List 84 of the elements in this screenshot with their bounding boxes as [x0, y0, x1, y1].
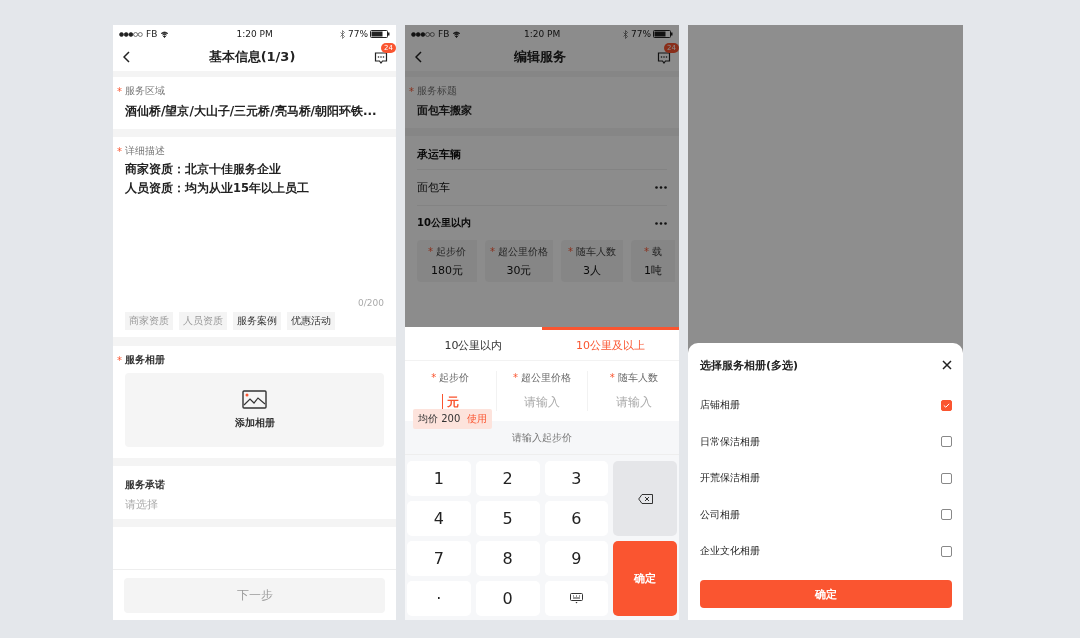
- message-icon[interactable]: [374, 51, 388, 65]
- carrier-name: FB: [146, 29, 158, 39]
- required-mark: *: [409, 85, 414, 97]
- page-title: 编辑服务: [513, 48, 566, 66]
- checkbox[interactable]: [941, 436, 952, 448]
- description-line: 商家资质：北京十佳服务企业: [125, 162, 282, 177]
- add-album-label: 添加相册: [234, 416, 275, 430]
- bluetooth-icon: [623, 29, 628, 39]
- backspace-icon: [637, 493, 653, 504]
- number-key[interactable]: 3: [544, 461, 609, 496]
- battery-percent: 77%: [631, 29, 651, 39]
- section-heading: 承运车辆: [416, 147, 462, 163]
- keyboard-icon: [569, 593, 583, 604]
- field-label: * 超公里价格: [513, 371, 571, 385]
- add-album-button[interactable]: 添加相册: [125, 373, 384, 447]
- field-label: 服务承诺: [125, 478, 166, 492]
- number-key[interactable]: 4: [407, 501, 471, 536]
- image-icon: [242, 390, 267, 409]
- price-card[interactable]: * 起步价 180元: [417, 240, 477, 282]
- number-key[interactable]: 7: [407, 541, 471, 576]
- list-row-label: 10公里以内: [417, 216, 471, 230]
- list-row-label: 面包车: [417, 180, 450, 195]
- number-key[interactable]: 6: [544, 501, 609, 536]
- field-value[interactable]: 面包车搬家: [417, 103, 667, 118]
- required-mark: *: [117, 85, 122, 97]
- checkbox[interactable]: [941, 545, 952, 557]
- price-value: 3人: [583, 262, 601, 278]
- price-card[interactable]: * 超公里价格 30元: [485, 240, 553, 282]
- more-icon[interactable]: [655, 221, 667, 225]
- battery-icon: [653, 30, 673, 38]
- field-value[interactable]: 酒仙桥/望京/大山子/三元桥/亮马桥/朝阳环铁...: [125, 103, 384, 120]
- battery-percent: 77%: [348, 29, 368, 39]
- checkbox[interactable]: [941, 509, 952, 521]
- field-label: 服务区域: [125, 84, 165, 98]
- number-key[interactable]: 0: [475, 581, 540, 616]
- field-label: * 起步价: [431, 371, 470, 385]
- back-icon[interactable]: [123, 51, 130, 63]
- close-button[interactable]: [942, 360, 952, 370]
- required-mark: *: [117, 145, 122, 157]
- price-card[interactable]: * 随车人数 3人: [561, 240, 623, 282]
- field-label: 详细描述: [125, 144, 165, 158]
- field-label: 服务相册: [125, 353, 165, 367]
- album-option[interactable]: 店铺相册: [700, 398, 740, 413]
- price-value: 30元: [506, 262, 532, 278]
- clock-time: 1:20 PM: [524, 29, 561, 39]
- more-icon[interactable]: [655, 186, 667, 189]
- carrier-name: FB: [438, 29, 450, 39]
- wifi-icon: [452, 30, 462, 38]
- number-key[interactable]: 8: [475, 541, 540, 576]
- price-card[interactable]: * 载 1吨: [631, 240, 675, 282]
- description-line: 人员资质：均为从业15年以上员工: [125, 181, 310, 196]
- price-value: 180元: [431, 262, 463, 278]
- number-key[interactable]: .: [407, 581, 471, 616]
- price-label: * 起步价: [428, 244, 466, 259]
- keyboard-key[interactable]: [544, 581, 609, 616]
- close-icon: [942, 360, 952, 370]
- checkbox[interactable]: [941, 399, 952, 411]
- quick-tag[interactable]: 优惠活动: [287, 312, 335, 330]
- checkbox[interactable]: [941, 472, 952, 484]
- album-option[interactable]: 开荒保洁相册: [700, 471, 760, 486]
- signal-icon: [119, 31, 143, 37]
- number-key[interactable]: 1: [407, 461, 471, 496]
- page-title: 基本信息(1/3): [208, 48, 296, 66]
- required-mark: *: [117, 354, 122, 366]
- quick-tag[interactable]: 服务案例: [233, 312, 281, 330]
- number-key[interactable]: 5: [475, 501, 540, 536]
- clock-time: 1:20 PM: [236, 29, 273, 39]
- price-value: 1吨: [644, 262, 662, 278]
- sheet-title: 选择服务相册(多选): [700, 357, 799, 373]
- album-option[interactable]: 公司相册: [700, 507, 740, 522]
- price-label: * 载: [644, 244, 662, 259]
- price-label: * 超公里价格: [490, 244, 548, 259]
- number-key[interactable]: 2: [475, 461, 540, 496]
- number-key[interactable]: 9: [544, 541, 609, 576]
- album-option[interactable]: 企业文化相册: [700, 544, 760, 559]
- signal-icon: [411, 31, 435, 37]
- field-label: * 随车人数: [609, 371, 658, 385]
- char-counter: 0/200: [358, 298, 384, 308]
- battery-icon: [370, 30, 390, 38]
- wifi-icon: [160, 30, 170, 38]
- price-label: * 随车人数: [568, 244, 616, 259]
- bluetooth-icon: [340, 29, 345, 39]
- album-option[interactable]: 日常保洁相册: [700, 434, 760, 449]
- field-label: 服务标题: [417, 84, 457, 98]
